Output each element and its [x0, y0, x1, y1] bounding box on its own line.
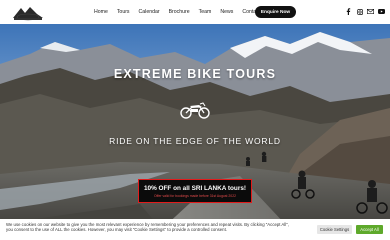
- nav-news[interactable]: News: [220, 9, 233, 15]
- nav-home[interactable]: Home: [94, 9, 108, 15]
- enquire-now-button[interactable]: Enquire Now: [255, 6, 296, 18]
- promo-title: 10% OFF on all SRI LANKA tours!: [143, 184, 247, 192]
- site-header: Home Tours Calendar Brochure Team News C…: [0, 0, 390, 24]
- social-links: [345, 8, 385, 15]
- cookie-text: We use cookies on our website to give yo…: [6, 222, 289, 233]
- instagram-icon[interactable]: [356, 8, 363, 15]
- nav-brochure[interactable]: Brochure: [169, 9, 190, 15]
- promo-subtitle: Offer valid for bookings made before 31s…: [154, 193, 236, 198]
- promo-banner[interactable]: 10% OFF on all SRI LANKA tours! Offer va…: [138, 179, 252, 203]
- cookie-consent-bar: We use cookies on our website to give yo…: [0, 219, 390, 240]
- hero-background-image: [0, 24, 390, 240]
- accept-all-button[interactable]: Accept All: [356, 225, 383, 234]
- hero-subtitle: RIDE ON THE EDGE OF THE WORLD: [109, 136, 281, 146]
- main-nav: Home Tours Calendar Brochure Team News C…: [94, 0, 272, 24]
- hero-title: EXTREME BIKE TOURS: [113, 67, 277, 81]
- cookie-settings-button[interactable]: Cookie Settings: [317, 225, 352, 234]
- nav-tours[interactable]: Tours: [117, 9, 130, 15]
- nav-team[interactable]: Team: [199, 9, 212, 15]
- nav-calendar[interactable]: Calendar: [139, 9, 160, 15]
- email-icon[interactable]: [367, 8, 374, 15]
- motorcycle-icon: [180, 102, 210, 119]
- site-logo[interactable]: [11, 4, 45, 21]
- facebook-icon[interactable]: [345, 8, 352, 15]
- youtube-icon[interactable]: [378, 8, 385, 15]
- hero-banner: EXTREME BIKE TOURS RIDE ON THE EDGE OF T…: [0, 24, 390, 240]
